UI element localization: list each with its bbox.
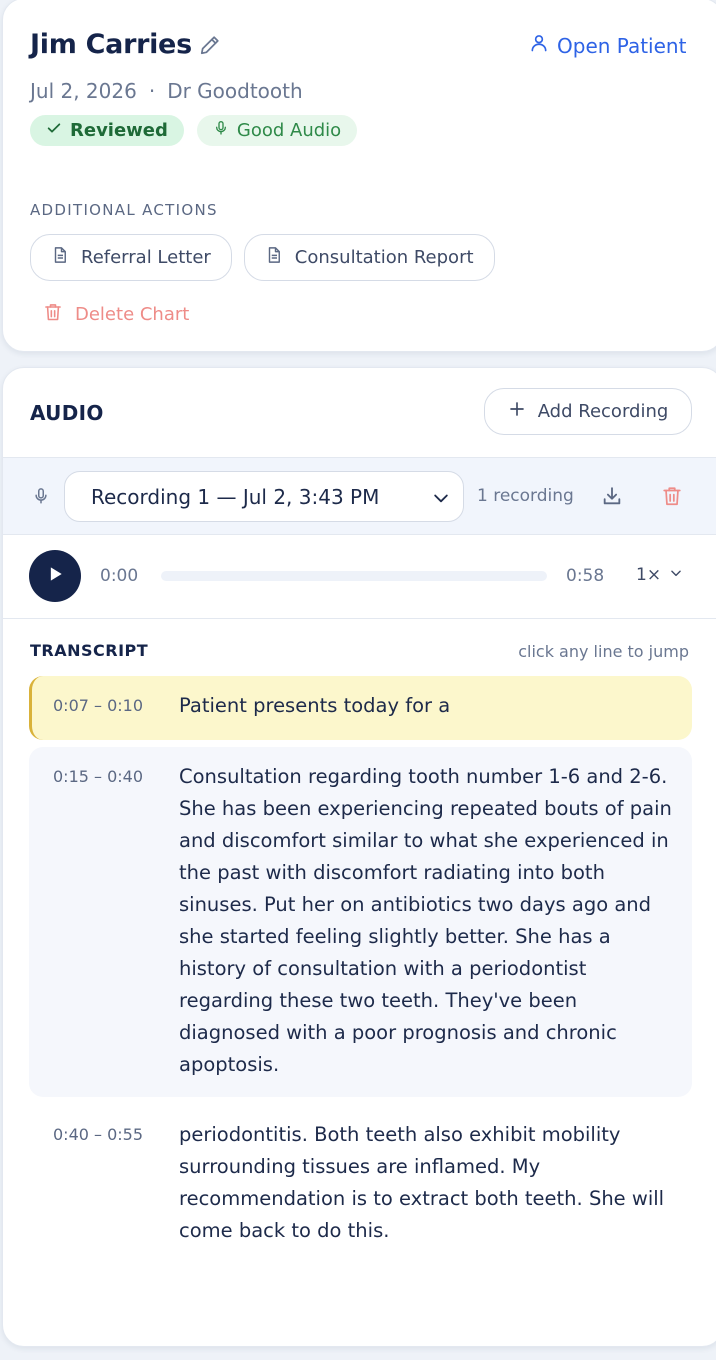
add-recording-button[interactable]: Add Recording <box>484 388 692 435</box>
patient-name: Jim Carries <box>30 29 192 60</box>
open-patient-link[interactable]: Open Patient <box>529 33 686 58</box>
microphone-icon <box>32 486 50 510</box>
reviewed-label: Reviewed <box>70 120 168 141</box>
consultation-report-label: Consultation Report <box>294 247 474 268</box>
visit-date: Jul 2, 2026 <box>30 79 137 103</box>
audio-quality-label: Good Audio <box>236 120 342 141</box>
pencil-icon[interactable] <box>199 34 221 56</box>
total-time: 0:58 <box>566 566 605 586</box>
delete-chart-button[interactable]: Delete Chart <box>43 301 189 328</box>
referral-letter-label: Referral Letter <box>81 247 211 268</box>
person-icon <box>529 33 549 58</box>
plus-icon <box>508 400 526 423</box>
transcript-heading: TRANSCRIPT <box>30 641 149 660</box>
transcript-hint: click any line to jump <box>518 642 689 661</box>
play-icon <box>45 564 65 588</box>
transcript-text: periodontitis. Both teeth also exhibit m… <box>179 1123 665 1242</box>
document-icon <box>265 245 283 270</box>
delete-chart-label: Delete Chart <box>75 304 190 325</box>
patient-header-card: Jim Carries Open Patient Jul 2, 2026 · D… <box>2 0 716 352</box>
current-time: 0:00 <box>100 566 139 586</box>
transcript-text: Consultation regarding tooth number 1-6 … <box>179 765 672 1076</box>
play-button[interactable] <box>29 550 81 602</box>
document-icon <box>51 245 69 270</box>
transcript-timestamp: 0:07 – 0:10 <box>53 696 144 715</box>
meta-separator: · <box>148 79 156 103</box>
recording-count: 1 recording <box>477 486 574 506</box>
visit-meta: Jul 2, 2026 · Dr Goodtooth <box>30 79 303 103</box>
open-patient-label: Open Patient <box>557 33 687 58</box>
transcript-timestamp: 0:40 – 0:55 <box>53 1125 144 1144</box>
trash-icon[interactable] <box>661 485 683 511</box>
microphone-icon <box>213 119 229 142</box>
chevron-down-icon <box>669 565 683 585</box>
transcript-line[interactable]: 0:40 – 0:55 periodontitis. Both teeth al… <box>29 1119 692 1269</box>
referral-letter-button[interactable]: Referral Letter <box>30 234 232 281</box>
audio-heading: AUDIO <box>30 401 104 425</box>
transcript-line[interactable]: 0:15 – 0:40 Consultation regarding tooth… <box>29 747 692 1097</box>
reviewed-badge: Reviewed <box>30 115 184 146</box>
audio-card: AUDIO Add Recording Recording 1 — Jul 2,… <box>2 367 716 1347</box>
audio-player: 0:00 0:58 1× <box>3 535 716 619</box>
download-icon[interactable] <box>601 485 623 511</box>
transcript-line-active[interactable]: 0:07 – 0:10 Patient presents today for a <box>29 676 692 740</box>
playback-speed-value: 1× <box>636 565 662 585</box>
recording-selector-bar: Recording 1 — Jul 2, 3:43 PM 1 recording <box>3 457 716 535</box>
doctor-name: Dr Goodtooth <box>167 79 303 103</box>
playback-speed-select[interactable]: 1× <box>636 565 683 585</box>
additional-actions: Referral Letter Consultation Report <box>30 234 495 281</box>
progress-bar[interactable] <box>161 571 547 581</box>
recording-select[interactable]: Recording 1 — Jul 2, 3:43 PM <box>64 471 464 522</box>
additional-actions-heading: ADDITIONAL ACTIONS <box>30 201 218 219</box>
audio-quality-badge: Good Audio <box>196 115 358 146</box>
selected-recording: Recording 1 — Jul 2, 3:43 PM <box>91 485 380 509</box>
transcript-timestamp: 0:15 – 0:40 <box>53 767 144 786</box>
status-badges: Reviewed Good Audio <box>30 115 358 146</box>
check-icon <box>46 120 62 141</box>
transcript-text: Patient presents today for a <box>179 694 451 717</box>
consultation-report-button[interactable]: Consultation Report <box>243 234 495 281</box>
add-recording-label: Add Recording <box>537 401 669 422</box>
chevron-down-icon <box>431 488 451 512</box>
trash-icon <box>43 301 63 328</box>
